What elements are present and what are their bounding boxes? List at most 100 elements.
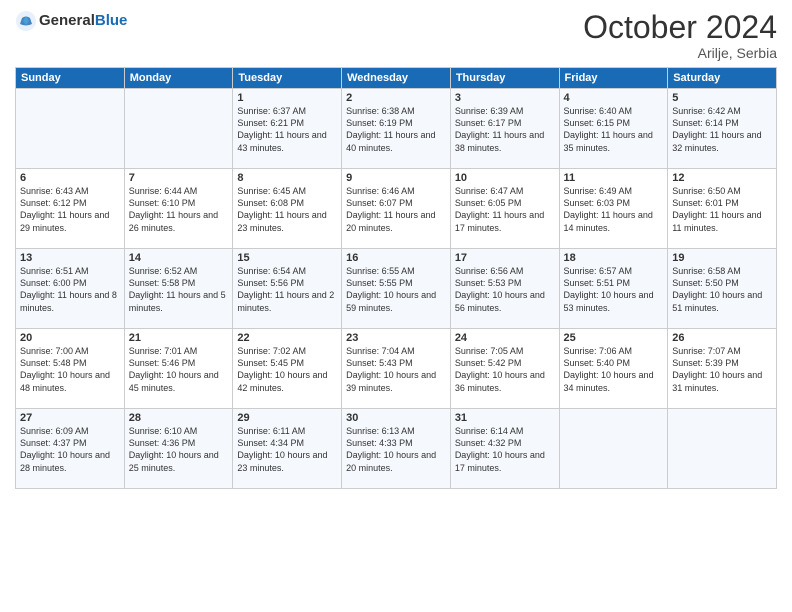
day-info: Sunrise: 6:38 AM Sunset: 6:19 PM Dayligh… (346, 105, 446, 154)
column-header-friday: Friday (559, 68, 668, 89)
calendar-cell (124, 89, 233, 169)
calendar-cell: 9Sunrise: 6:46 AM Sunset: 6:07 PM Daylig… (342, 169, 451, 249)
day-info: Sunrise: 6:13 AM Sunset: 4:33 PM Dayligh… (346, 425, 446, 474)
calendar-cell: 8Sunrise: 6:45 AM Sunset: 6:08 PM Daylig… (233, 169, 342, 249)
calendar-cell: 27Sunrise: 6:09 AM Sunset: 4:37 PM Dayli… (16, 409, 125, 489)
calendar-cell: 24Sunrise: 7:05 AM Sunset: 5:42 PM Dayli… (450, 329, 559, 409)
calendar-cell: 7Sunrise: 6:44 AM Sunset: 6:10 PM Daylig… (124, 169, 233, 249)
day-info: Sunrise: 7:07 AM Sunset: 5:39 PM Dayligh… (672, 345, 772, 394)
day-info: Sunrise: 7:02 AM Sunset: 5:45 PM Dayligh… (237, 345, 337, 394)
calendar-cell: 26Sunrise: 7:07 AM Sunset: 5:39 PM Dayli… (668, 329, 777, 409)
day-info: Sunrise: 6:47 AM Sunset: 6:05 PM Dayligh… (455, 185, 555, 234)
month-title: October 2024 (583, 10, 777, 45)
day-number: 27 (20, 412, 120, 424)
calendar-cell: 2Sunrise: 6:38 AM Sunset: 6:19 PM Daylig… (342, 89, 451, 169)
column-header-thursday: Thursday (450, 68, 559, 89)
day-number: 2 (346, 92, 446, 104)
day-info: Sunrise: 7:05 AM Sunset: 5:42 PM Dayligh… (455, 345, 555, 394)
day-info: Sunrise: 6:56 AM Sunset: 5:53 PM Dayligh… (455, 265, 555, 314)
day-number: 5 (672, 92, 772, 104)
day-info: Sunrise: 6:44 AM Sunset: 6:10 PM Dayligh… (129, 185, 229, 234)
calendar-cell: 11Sunrise: 6:49 AM Sunset: 6:03 PM Dayli… (559, 169, 668, 249)
day-info: Sunrise: 7:04 AM Sunset: 5:43 PM Dayligh… (346, 345, 446, 394)
day-number: 25 (564, 332, 664, 344)
day-number: 13 (20, 252, 120, 264)
calendar-cell: 13Sunrise: 6:51 AM Sunset: 6:00 PM Dayli… (16, 249, 125, 329)
column-header-monday: Monday (124, 68, 233, 89)
day-info: Sunrise: 6:57 AM Sunset: 5:51 PM Dayligh… (564, 265, 664, 314)
column-header-sunday: Sunday (16, 68, 125, 89)
logo-text: GeneralBlue (39, 12, 127, 30)
calendar-cell: 4Sunrise: 6:40 AM Sunset: 6:15 PM Daylig… (559, 89, 668, 169)
calendar-cell: 29Sunrise: 6:11 AM Sunset: 4:34 PM Dayli… (233, 409, 342, 489)
calendar-cell: 23Sunrise: 7:04 AM Sunset: 5:43 PM Dayli… (342, 329, 451, 409)
calendar-cell: 19Sunrise: 6:58 AM Sunset: 5:50 PM Dayli… (668, 249, 777, 329)
calendar-cell (559, 409, 668, 489)
calendar-cell: 1Sunrise: 6:37 AM Sunset: 6:21 PM Daylig… (233, 89, 342, 169)
day-number: 16 (346, 252, 446, 264)
day-info: Sunrise: 6:09 AM Sunset: 4:37 PM Dayligh… (20, 425, 120, 474)
calendar-cell: 17Sunrise: 6:56 AM Sunset: 5:53 PM Dayli… (450, 249, 559, 329)
calendar-cell: 25Sunrise: 7:06 AM Sunset: 5:40 PM Dayli… (559, 329, 668, 409)
column-header-wednesday: Wednesday (342, 68, 451, 89)
calendar-cell: 14Sunrise: 6:52 AM Sunset: 5:58 PM Dayli… (124, 249, 233, 329)
day-number: 8 (237, 172, 337, 184)
day-number: 30 (346, 412, 446, 424)
day-info: Sunrise: 6:55 AM Sunset: 5:55 PM Dayligh… (346, 265, 446, 314)
day-number: 21 (129, 332, 229, 344)
day-number: 10 (455, 172, 555, 184)
day-info: Sunrise: 6:46 AM Sunset: 6:07 PM Dayligh… (346, 185, 446, 234)
day-number: 11 (564, 172, 664, 184)
calendar-page: GeneralBlue October 2024 Arilje, Serbia … (0, 0, 792, 612)
calendar-cell: 10Sunrise: 6:47 AM Sunset: 6:05 PM Dayli… (450, 169, 559, 249)
calendar-cell: 12Sunrise: 6:50 AM Sunset: 6:01 PM Dayli… (668, 169, 777, 249)
page-header: GeneralBlue October 2024 Arilje, Serbia (15, 10, 777, 61)
calendar-cell: 15Sunrise: 6:54 AM Sunset: 5:56 PM Dayli… (233, 249, 342, 329)
day-info: Sunrise: 7:06 AM Sunset: 5:40 PM Dayligh… (564, 345, 664, 394)
day-info: Sunrise: 7:01 AM Sunset: 5:46 PM Dayligh… (129, 345, 229, 394)
day-info: Sunrise: 6:49 AM Sunset: 6:03 PM Dayligh… (564, 185, 664, 234)
day-number: 1 (237, 92, 337, 104)
day-info: Sunrise: 6:58 AM Sunset: 5:50 PM Dayligh… (672, 265, 772, 314)
day-number: 31 (455, 412, 555, 424)
day-info: Sunrise: 6:43 AM Sunset: 6:12 PM Dayligh… (20, 185, 120, 234)
day-number: 22 (237, 332, 337, 344)
day-number: 29 (237, 412, 337, 424)
calendar-week-3: 13Sunrise: 6:51 AM Sunset: 6:00 PM Dayli… (16, 249, 777, 329)
calendar-cell: 20Sunrise: 7:00 AM Sunset: 5:48 PM Dayli… (16, 329, 125, 409)
location: Arilje, Serbia (583, 45, 777, 61)
day-info: Sunrise: 6:39 AM Sunset: 6:17 PM Dayligh… (455, 105, 555, 154)
day-number: 24 (455, 332, 555, 344)
calendar-cell: 5Sunrise: 6:42 AM Sunset: 6:14 PM Daylig… (668, 89, 777, 169)
logo: GeneralBlue (15, 10, 127, 32)
calendar-week-2: 6Sunrise: 6:43 AM Sunset: 6:12 PM Daylig… (16, 169, 777, 249)
title-area: October 2024 Arilje, Serbia (583, 10, 777, 61)
day-number: 19 (672, 252, 772, 264)
day-number: 6 (20, 172, 120, 184)
day-number: 15 (237, 252, 337, 264)
day-number: 3 (455, 92, 555, 104)
calendar-week-1: 1Sunrise: 6:37 AM Sunset: 6:21 PM Daylig… (16, 89, 777, 169)
day-info: Sunrise: 6:45 AM Sunset: 6:08 PM Dayligh… (237, 185, 337, 234)
calendar-week-5: 27Sunrise: 6:09 AM Sunset: 4:37 PM Dayli… (16, 409, 777, 489)
day-number: 4 (564, 92, 664, 104)
day-number: 17 (455, 252, 555, 264)
calendar-cell (16, 89, 125, 169)
day-info: Sunrise: 6:54 AM Sunset: 5:56 PM Dayligh… (237, 265, 337, 314)
calendar-cell: 31Sunrise: 6:14 AM Sunset: 4:32 PM Dayli… (450, 409, 559, 489)
day-info: Sunrise: 6:51 AM Sunset: 6:00 PM Dayligh… (20, 265, 120, 314)
calendar-cell: 28Sunrise: 6:10 AM Sunset: 4:36 PM Dayli… (124, 409, 233, 489)
day-info: Sunrise: 6:11 AM Sunset: 4:34 PM Dayligh… (237, 425, 337, 474)
column-header-saturday: Saturday (668, 68, 777, 89)
calendar-cell (668, 409, 777, 489)
day-number: 26 (672, 332, 772, 344)
calendar-cell: 3Sunrise: 6:39 AM Sunset: 6:17 PM Daylig… (450, 89, 559, 169)
day-number: 14 (129, 252, 229, 264)
calendar-cell: 30Sunrise: 6:13 AM Sunset: 4:33 PM Dayli… (342, 409, 451, 489)
day-number: 20 (20, 332, 120, 344)
day-info: Sunrise: 7:00 AM Sunset: 5:48 PM Dayligh… (20, 345, 120, 394)
day-number: 18 (564, 252, 664, 264)
calendar-cell: 21Sunrise: 7:01 AM Sunset: 5:46 PM Dayli… (124, 329, 233, 409)
logo-icon (15, 10, 37, 32)
day-info: Sunrise: 6:14 AM Sunset: 4:32 PM Dayligh… (455, 425, 555, 474)
